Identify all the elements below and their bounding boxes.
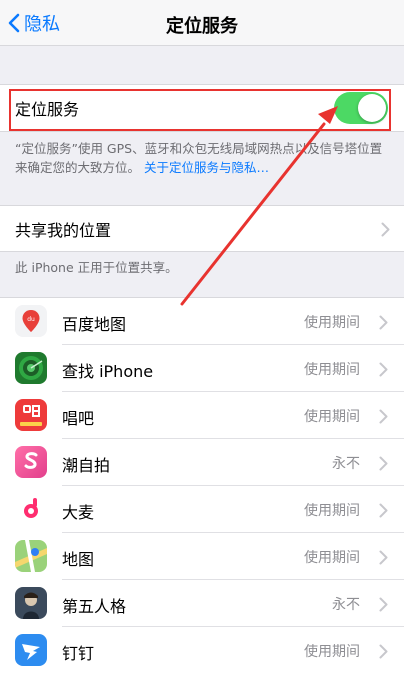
changba-icon: [15, 399, 47, 431]
damai-icon: [15, 493, 47, 525]
share-location-row[interactable]: 共享我的位置: [0, 206, 404, 252]
app-name: 第五人格: [62, 597, 127, 616]
app-permission-status: 使用期间: [304, 409, 360, 425]
location-services-description: “定位服务”使用 GPS、蓝牙和众包无线局域网热点以及信号塔位置来确定您的大致方…: [15, 139, 390, 177]
share-location-label: 共享我的位置: [15, 221, 112, 240]
app-permission-status: 使用期间: [304, 644, 360, 660]
chevron-right-icon: [379, 644, 388, 659]
app-permission-status: 永不: [332, 597, 360, 613]
annotation-highlight-box: [9, 89, 391, 131]
list-item[interactable]: du 百度地图 使用期间: [0, 298, 404, 345]
maps-icon: [15, 540, 47, 572]
chevron-right-icon: [381, 222, 390, 237]
app-name: 查找 iPhone: [62, 362, 154, 381]
chevron-right-icon: [379, 362, 388, 377]
find-iphone-icon: [15, 352, 47, 384]
app-permission-status: 使用期间: [304, 362, 360, 378]
list-item[interactable]: 查找 iPhone 使用期间: [0, 345, 404, 392]
identity-v-icon: [15, 587, 47, 619]
navigation-bar: 隐私 定位服务: [0, 0, 404, 46]
dingtalk-icon: [15, 634, 47, 666]
app-list: du 百度地图 使用期间 查找 iPhone 使用期间 唱吧 使用期间 潮自拍 …: [0, 297, 404, 678]
app-name: 百度地图: [62, 315, 127, 334]
app-permission-status: 永不: [332, 456, 360, 472]
app-permission-status: 使用期间: [304, 550, 360, 566]
page-title: 定位服务: [166, 16, 238, 37]
app-name: 唱吧: [62, 409, 95, 428]
app-name: 大麦: [62, 503, 95, 522]
chevron-right-icon: [379, 550, 388, 565]
app-name: 钉钉: [62, 644, 95, 663]
chevron-right-icon: [379, 409, 388, 424]
list-item[interactable]: 大麦 使用期间: [0, 486, 404, 533]
chevron-right-icon: [379, 503, 388, 518]
app-permission-status: 使用期间: [304, 315, 360, 331]
share-location-note: 此 iPhone 正用于位置共享。: [15, 260, 178, 275]
app-permission-status: 使用期间: [304, 503, 360, 519]
list-item[interactable]: 地图 使用期间: [0, 533, 404, 580]
list-item[interactable]: 潮自拍 永不: [0, 439, 404, 486]
list-item[interactable]: 钉钉 使用期间: [0, 627, 404, 674]
baidu-map-icon: du: [15, 305, 47, 337]
share-location-group: 共享我的位置: [0, 205, 404, 252]
app-name: 地图: [62, 550, 95, 569]
app-name: 潮自拍: [62, 456, 111, 475]
chevron-right-icon: [379, 597, 388, 612]
list-item[interactable]: 唱吧 使用期间: [0, 392, 404, 439]
svg-text:du: du: [27, 316, 35, 323]
privacy-link[interactable]: 关于定位服务与隐私…: [144, 160, 269, 175]
list-item[interactable]: 第五人格 永不: [0, 580, 404, 627]
chaozipai-icon: [15, 446, 47, 478]
chevron-right-icon: [379, 456, 388, 471]
chevron-right-icon: [379, 315, 388, 330]
